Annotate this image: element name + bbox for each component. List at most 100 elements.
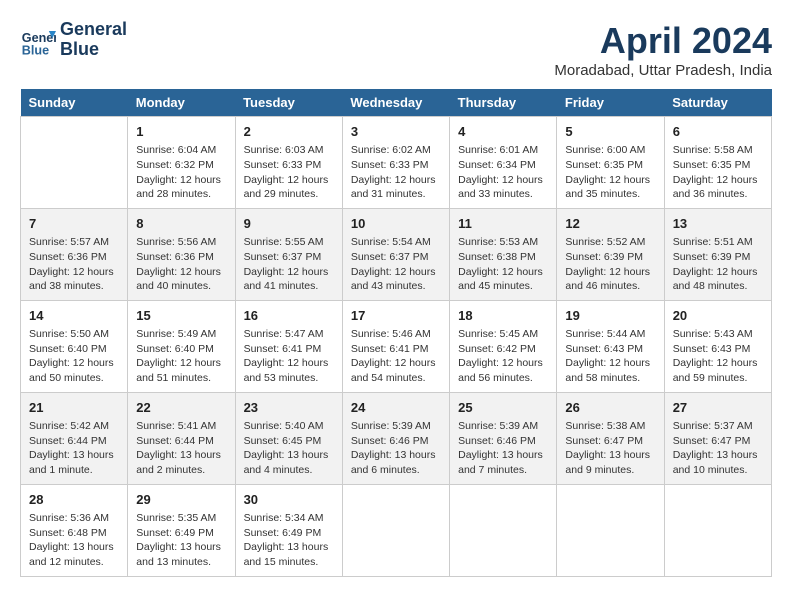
calendar-cell: 5 Sunrise: 6:00 AM Sunset: 6:35 PM Daylig… xyxy=(557,117,664,209)
day-number: 26 xyxy=(565,399,655,417)
header-cell-monday: Monday xyxy=(128,89,235,117)
day-number: 1 xyxy=(136,123,226,141)
day-number: 7 xyxy=(29,215,119,233)
title-block: April 2024 Moradabad, Uttar Pradesh, Ind… xyxy=(554,20,772,79)
day-info: Sunrise: 5:57 AM Sunset: 6:36 PM Dayligh… xyxy=(29,235,119,294)
calendar-cell: 10 Sunrise: 5:54 AM Sunset: 6:37 PM Dayli… xyxy=(342,208,449,300)
day-number: 28 xyxy=(29,491,119,509)
day-number: 5 xyxy=(565,123,655,141)
day-number: 19 xyxy=(565,307,655,325)
header-cell-sunday: Sunday xyxy=(21,89,128,117)
day-number: 24 xyxy=(351,399,441,417)
calendar-cell: 29 Sunrise: 5:35 AM Sunset: 6:49 PM Dayli… xyxy=(128,484,235,576)
header-cell-wednesday: Wednesday xyxy=(342,89,449,117)
logo: General Blue General Blue xyxy=(20,20,127,60)
day-info: Sunrise: 6:02 AM Sunset: 6:33 PM Dayligh… xyxy=(351,143,441,202)
day-info: Sunrise: 5:51 AM Sunset: 6:39 PM Dayligh… xyxy=(673,235,763,294)
day-info: Sunrise: 5:47 AM Sunset: 6:41 PM Dayligh… xyxy=(244,327,334,386)
day-number: 10 xyxy=(351,215,441,233)
day-info: Sunrise: 5:41 AM Sunset: 6:44 PM Dayligh… xyxy=(136,419,226,478)
day-info: Sunrise: 5:42 AM Sunset: 6:44 PM Dayligh… xyxy=(29,419,119,478)
location-subtitle: Moradabad, Uttar Pradesh, India xyxy=(554,62,772,79)
logo-text: General Blue xyxy=(60,20,127,60)
calendar-cell: 11 Sunrise: 5:53 AM Sunset: 6:38 PM Dayli… xyxy=(450,208,557,300)
calendar-cell: 21 Sunrise: 5:42 AM Sunset: 6:44 PM Dayli… xyxy=(21,392,128,484)
calendar-cell: 24Sunrise: 5:39 AM Sunset: 6:46 PM Dayli… xyxy=(342,392,449,484)
calendar-cell: 17 Sunrise: 5:46 AM Sunset: 6:41 PM Dayli… xyxy=(342,300,449,392)
day-number: 11 xyxy=(458,215,548,233)
calendar-cell: 18Sunrise: 5:45 AM Sunset: 6:42 PM Dayli… xyxy=(450,300,557,392)
calendar-week-2: 7 Sunrise: 5:57 AM Sunset: 6:36 PM Daylig… xyxy=(21,208,772,300)
day-info: Sunrise: 5:35 AM Sunset: 6:49 PM Dayligh… xyxy=(136,511,226,570)
day-info: Sunrise: 5:58 AM Sunset: 6:35 PM Dayligh… xyxy=(673,143,763,202)
day-number: 23 xyxy=(244,399,334,417)
calendar-cell: 6Sunrise: 5:58 AM Sunset: 6:35 PM Daylig… xyxy=(664,117,771,209)
day-number: 27 xyxy=(673,399,763,417)
day-number: 22 xyxy=(136,399,226,417)
day-info: Sunrise: 5:54 AM Sunset: 6:37 PM Dayligh… xyxy=(351,235,441,294)
calendar-cell: 3 Sunrise: 6:02 AM Sunset: 6:33 PM Daylig… xyxy=(342,117,449,209)
calendar-cell: 13 Sunrise: 5:51 AM Sunset: 6:39 PM Dayli… xyxy=(664,208,771,300)
day-number: 15 xyxy=(136,307,226,325)
calendar-cell: 9Sunrise: 5:55 AM Sunset: 6:37 PM Daylig… xyxy=(235,208,342,300)
day-info: Sunrise: 6:04 AM Sunset: 6:32 PM Dayligh… xyxy=(136,143,226,202)
day-number: 3 xyxy=(351,123,441,141)
day-info: Sunrise: 5:50 AM Sunset: 6:40 PM Dayligh… xyxy=(29,327,119,386)
day-number: 18 xyxy=(458,307,548,325)
day-number: 9 xyxy=(244,215,334,233)
calendar-cell: 15Sunrise: 5:49 AM Sunset: 6:40 PM Dayli… xyxy=(128,300,235,392)
day-info: Sunrise: 5:36 AM Sunset: 6:48 PM Dayligh… xyxy=(29,511,119,570)
calendar-cell: 16 Sunrise: 5:47 AM Sunset: 6:41 PM Dayli… xyxy=(235,300,342,392)
logo-icon: General Blue xyxy=(20,22,56,58)
calendar-cell: 19 Sunrise: 5:44 AM Sunset: 6:43 PM Dayli… xyxy=(557,300,664,392)
header-cell-saturday: Saturday xyxy=(664,89,771,117)
day-info: Sunrise: 5:56 AM Sunset: 6:36 PM Dayligh… xyxy=(136,235,226,294)
day-number: 21 xyxy=(29,399,119,417)
calendar-cell xyxy=(450,484,557,576)
calendar-week-1: 1 Sunrise: 6:04 AM Sunset: 6:32 PM Daylig… xyxy=(21,117,772,209)
day-number: 14 xyxy=(29,307,119,325)
day-info: Sunrise: 5:53 AM Sunset: 6:38 PM Dayligh… xyxy=(458,235,548,294)
day-info: Sunrise: 5:38 AM Sunset: 6:47 PM Dayligh… xyxy=(565,419,655,478)
calendar-cell xyxy=(21,117,128,209)
calendar-body: 1 Sunrise: 6:04 AM Sunset: 6:32 PM Daylig… xyxy=(21,117,772,577)
calendar-cell: 4 Sunrise: 6:01 AM Sunset: 6:34 PM Daylig… xyxy=(450,117,557,209)
calendar-cell: 14 Sunrise: 5:50 AM Sunset: 6:40 PM Dayli… xyxy=(21,300,128,392)
day-info: Sunrise: 5:43 AM Sunset: 6:43 PM Dayligh… xyxy=(673,327,763,386)
day-number: 12 xyxy=(565,215,655,233)
calendar-cell: 30Sunrise: 5:34 AM Sunset: 6:49 PM Dayli… xyxy=(235,484,342,576)
day-number: 8 xyxy=(136,215,226,233)
calendar-header: SundayMondayTuesdayWednesdayThursdayFrid… xyxy=(21,89,772,117)
day-info: Sunrise: 5:46 AM Sunset: 6:41 PM Dayligh… xyxy=(351,327,441,386)
day-info: Sunrise: 5:34 AM Sunset: 6:49 PM Dayligh… xyxy=(244,511,334,570)
calendar-table: SundayMondayTuesdayWednesdayThursdayFrid… xyxy=(20,89,772,577)
page-header: General Blue General Blue April 2024 Mor… xyxy=(20,20,772,79)
calendar-cell: 1 Sunrise: 6:04 AM Sunset: 6:32 PM Daylig… xyxy=(128,117,235,209)
calendar-cell: 26 Sunrise: 5:38 AM Sunset: 6:47 PM Dayli… xyxy=(557,392,664,484)
day-number: 2 xyxy=(244,123,334,141)
day-number: 13 xyxy=(673,215,763,233)
day-number: 29 xyxy=(136,491,226,509)
calendar-cell: 25Sunrise: 5:39 AM Sunset: 6:46 PM Dayli… xyxy=(450,392,557,484)
day-info: Sunrise: 6:01 AM Sunset: 6:34 PM Dayligh… xyxy=(458,143,548,202)
calendar-cell: 28 Sunrise: 5:36 AM Sunset: 6:48 PM Dayli… xyxy=(21,484,128,576)
day-info: Sunrise: 6:03 AM Sunset: 6:33 PM Dayligh… xyxy=(244,143,334,202)
calendar-cell: 12Sunrise: 5:52 AM Sunset: 6:39 PM Dayli… xyxy=(557,208,664,300)
day-number: 16 xyxy=(244,307,334,325)
calendar-week-4: 21 Sunrise: 5:42 AM Sunset: 6:44 PM Dayli… xyxy=(21,392,772,484)
day-number: 20 xyxy=(673,307,763,325)
calendar-cell xyxy=(557,484,664,576)
day-info: Sunrise: 5:39 AM Sunset: 6:46 PM Dayligh… xyxy=(458,419,548,478)
day-number: 17 xyxy=(351,307,441,325)
calendar-cell: 27Sunrise: 5:37 AM Sunset: 6:47 PM Dayli… xyxy=(664,392,771,484)
day-number: 4 xyxy=(458,123,548,141)
calendar-cell xyxy=(664,484,771,576)
day-info: Sunrise: 5:44 AM Sunset: 6:43 PM Dayligh… xyxy=(565,327,655,386)
calendar-cell: 8 Sunrise: 5:56 AM Sunset: 6:36 PM Daylig… xyxy=(128,208,235,300)
day-info: Sunrise: 6:00 AM Sunset: 6:35 PM Dayligh… xyxy=(565,143,655,202)
calendar-week-5: 28 Sunrise: 5:36 AM Sunset: 6:48 PM Dayli… xyxy=(21,484,772,576)
calendar-cell: 20 Sunrise: 5:43 AM Sunset: 6:43 PM Dayli… xyxy=(664,300,771,392)
header-cell-friday: Friday xyxy=(557,89,664,117)
month-year-title: April 2024 xyxy=(554,20,772,62)
svg-text:Blue: Blue xyxy=(22,43,49,57)
